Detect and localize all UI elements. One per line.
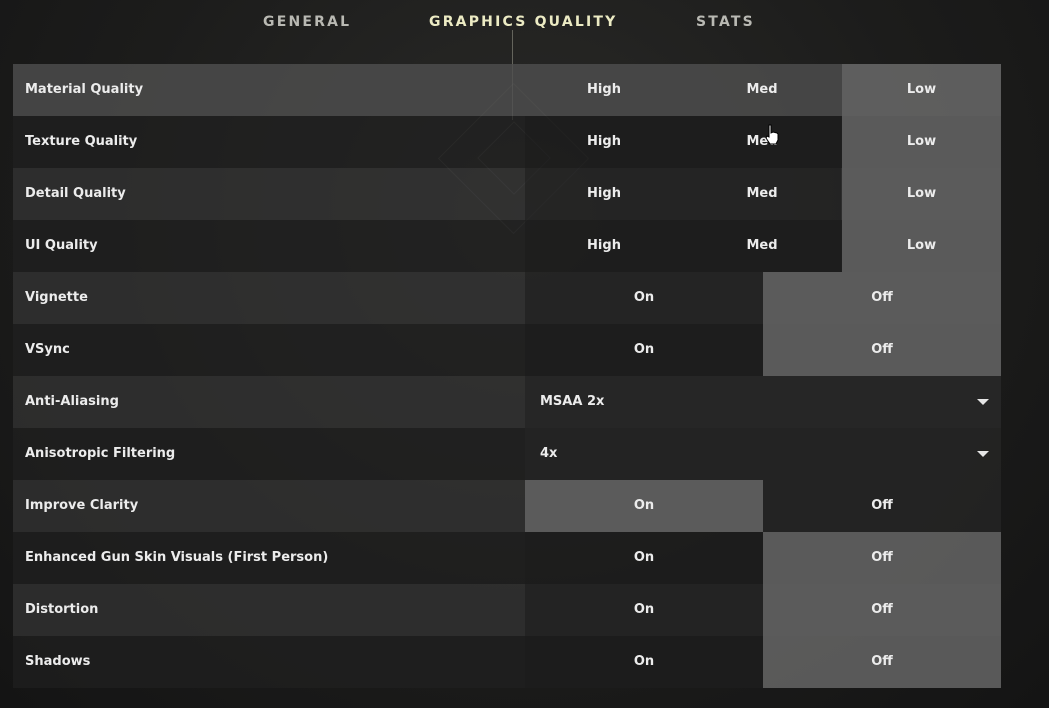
setting-label: Texture Quality bbox=[25, 134, 138, 149]
setting-label: Vignette bbox=[25, 290, 88, 305]
setting-row-vsync: VSync On Off bbox=[13, 324, 1001, 376]
option-med[interactable]: Med bbox=[683, 116, 841, 168]
option-group: On Off bbox=[525, 532, 1001, 584]
option-med[interactable]: Med bbox=[683, 168, 841, 220]
setting-row-ui-quality: UI Quality High Med Low bbox=[13, 220, 1001, 272]
anisotropic-filtering-dropdown[interactable]: 4x bbox=[525, 428, 1001, 480]
option-low[interactable]: Low bbox=[842, 168, 1001, 220]
tab-graphics-quality[interactable]: GRAPHICS QUALITY bbox=[429, 14, 617, 30]
setting-row-enhanced-gun-skin-visuals: Enhanced Gun Skin Visuals (First Person)… bbox=[13, 532, 1001, 584]
setting-label: Improve Clarity bbox=[25, 498, 139, 513]
option-off[interactable]: Off bbox=[763, 324, 1001, 376]
tab-bar: GENERAL GRAPHICS QUALITY STATS bbox=[0, 0, 1049, 48]
hand-cursor-icon bbox=[765, 124, 779, 145]
option-high[interactable]: High bbox=[525, 220, 683, 272]
option-on[interactable]: On bbox=[525, 636, 763, 688]
option-med[interactable]: Med bbox=[683, 64, 841, 116]
option-on[interactable]: On bbox=[525, 324, 763, 376]
setting-row-distortion: Distortion On Off bbox=[13, 584, 1001, 636]
setting-label: Enhanced Gun Skin Visuals (First Person) bbox=[25, 550, 329, 565]
setting-row-texture-quality: Texture Quality High Med Low bbox=[13, 116, 1001, 168]
setting-label: Shadows bbox=[25, 654, 91, 669]
option-group: On Off bbox=[525, 584, 1001, 636]
setting-label: Anisotropic Filtering bbox=[25, 446, 176, 461]
chevron-down-icon bbox=[977, 399, 989, 405]
option-group: On Off bbox=[525, 324, 1001, 376]
option-off[interactable]: Off bbox=[763, 272, 1001, 324]
option-off[interactable]: Off bbox=[763, 636, 1001, 688]
setting-label: UI Quality bbox=[25, 238, 98, 253]
option-on[interactable]: On bbox=[525, 532, 763, 584]
option-low[interactable]: Low bbox=[842, 116, 1001, 168]
option-off[interactable]: Off bbox=[763, 480, 1001, 532]
option-group: On Off bbox=[525, 272, 1001, 324]
option-group: High Med Low bbox=[525, 64, 1001, 116]
option-high[interactable]: High bbox=[525, 116, 683, 168]
option-group: On Off bbox=[525, 480, 1001, 532]
option-med[interactable]: Med bbox=[683, 220, 841, 272]
option-on[interactable]: On bbox=[525, 272, 763, 324]
option-group: High Med Low bbox=[525, 220, 1001, 272]
option-off[interactable]: Off bbox=[763, 532, 1001, 584]
anti-aliasing-dropdown[interactable]: MSAA 2x bbox=[525, 376, 1001, 428]
setting-label: Detail Quality bbox=[25, 186, 126, 201]
setting-row-anisotropic-filtering: Anisotropic Filtering 4x bbox=[13, 428, 1001, 480]
dropdown-value: MSAA 2x bbox=[540, 394, 605, 409]
setting-label: Anti-Aliasing bbox=[25, 394, 119, 409]
chevron-down-icon bbox=[977, 451, 989, 457]
setting-row-material-quality: Material Quality High Med Low bbox=[13, 64, 1001, 116]
option-group: High Med Low bbox=[525, 168, 1001, 220]
option-high[interactable]: High bbox=[525, 168, 683, 220]
option-on[interactable]: On bbox=[525, 480, 763, 532]
settings-list: Material Quality High Med Low Texture Qu… bbox=[13, 64, 1001, 688]
setting-row-detail-quality: Detail Quality High Med Low bbox=[13, 168, 1001, 220]
setting-row-anti-aliasing: Anti-Aliasing MSAA 2x bbox=[13, 376, 1001, 428]
setting-row-shadows: Shadows On Off bbox=[13, 636, 1001, 688]
option-group: High Med Low bbox=[525, 116, 1001, 168]
option-off[interactable]: Off bbox=[763, 584, 1001, 636]
option-on[interactable]: On bbox=[525, 584, 763, 636]
tab-stats[interactable]: STATS bbox=[696, 14, 755, 30]
setting-row-vignette: Vignette On Off bbox=[13, 272, 1001, 324]
tab-general[interactable]: GENERAL bbox=[263, 14, 351, 30]
setting-label: Material Quality bbox=[25, 82, 144, 97]
setting-row-improve-clarity: Improve Clarity On Off bbox=[13, 480, 1001, 532]
option-low[interactable]: Low bbox=[842, 220, 1001, 272]
setting-label: VSync bbox=[25, 342, 70, 357]
option-high[interactable]: High bbox=[525, 64, 683, 116]
dropdown-value: 4x bbox=[540, 446, 558, 461]
option-low[interactable]: Low bbox=[842, 64, 1001, 116]
option-group: On Off bbox=[525, 636, 1001, 688]
setting-label: Distortion bbox=[25, 602, 99, 617]
